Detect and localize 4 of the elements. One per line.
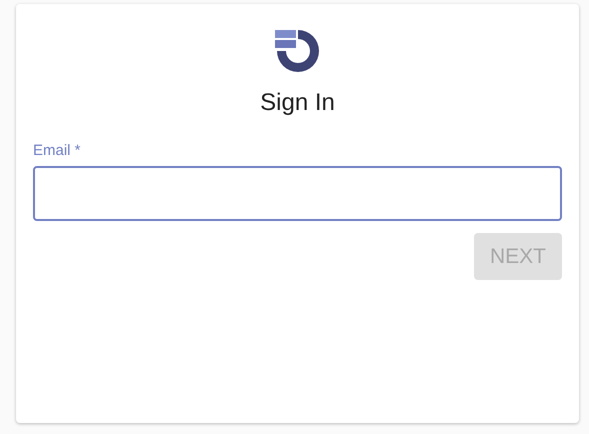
page-title: Sign In bbox=[259, 88, 336, 118]
email-label: Email * bbox=[33, 141, 81, 161]
email-field[interactable] bbox=[33, 166, 562, 221]
logo-icon bbox=[274, 28, 320, 74]
